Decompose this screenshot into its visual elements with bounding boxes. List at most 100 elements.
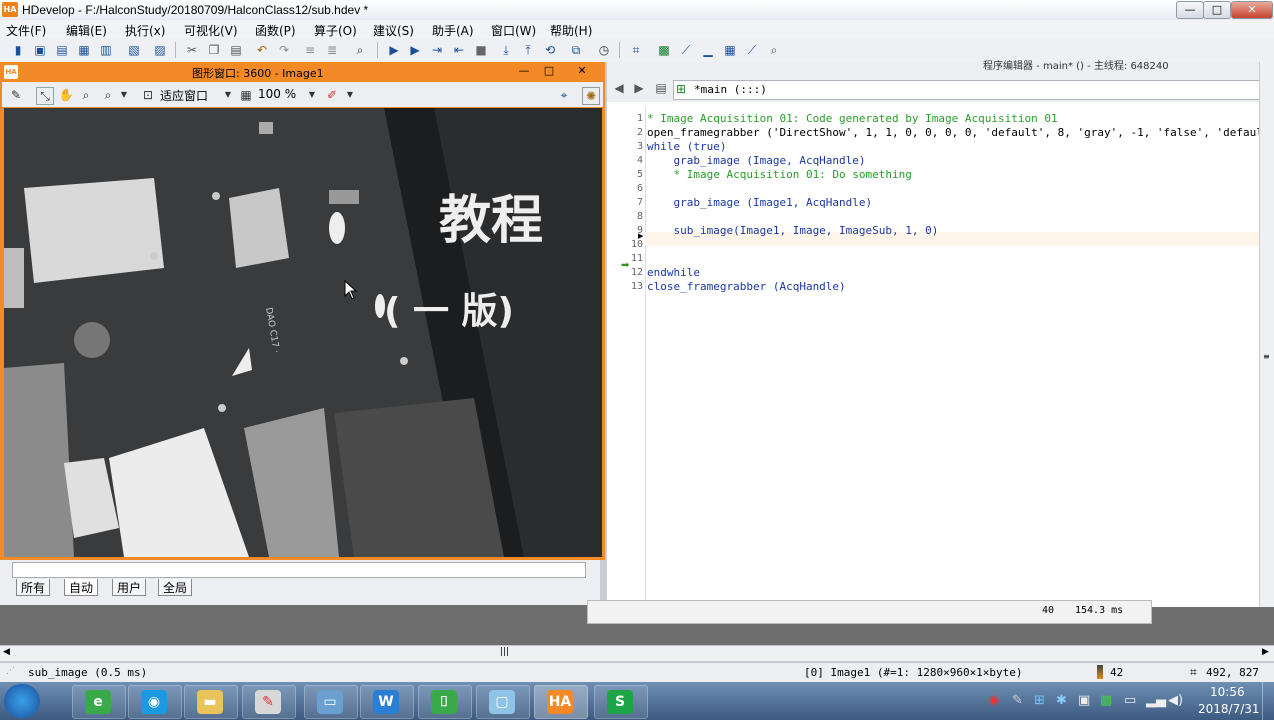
print-icon[interactable]: ▤ [653, 80, 669, 96]
reset-program-icon[interactable]: ⟲ [542, 42, 558, 58]
main-horizontal-scrollbar[interactable]: ◀ ||| ▶ [0, 645, 1274, 661]
chevron-down-icon[interactable]: ▼ [116, 87, 132, 103]
tab-all[interactable]: 所有 [16, 579, 51, 596]
tray-app-icon[interactable]: ▣ [1078, 693, 1090, 708]
zoom-window-icon[interactable]: ⌕ [766, 42, 782, 58]
menu-help[interactable]: 帮助(H) [550, 22, 592, 39]
code-line[interactable]: open_framegrabber ('DirectShow', 1, 1, 0… [647, 126, 1263, 139]
tray-nvidia-icon[interactable]: ▩ [1100, 693, 1112, 708]
minimize-button[interactable]: — [1176, 1, 1204, 19]
taskbar-ie[interactable]: e [72, 685, 126, 719]
tray-pen-icon[interactable]: ✎ [1012, 693, 1023, 708]
scroll-right-icon[interactable]: ▶ [1262, 647, 1269, 657]
menu-edit[interactable]: 编辑(E) [66, 22, 107, 39]
taskbar-explorer[interactable]: ▬ [184, 685, 238, 719]
run-thread-icon[interactable]: ▶ [407, 42, 423, 58]
procedure-select[interactable]: ⊞ *main (:::) [673, 80, 1265, 100]
code-line[interactable]: * Image Acquisition 01: Code generated b… [647, 112, 1058, 125]
find-icon[interactable]: ⌕ [352, 42, 368, 58]
code-line[interactable]: while (true) [647, 140, 726, 153]
clock-time[interactable]: 10:56 [1210, 685, 1245, 699]
taskbar-notepad[interactable]: ▢ [476, 685, 530, 719]
settings-icon[interactable]: ✺ [582, 87, 600, 105]
scroll-grip-icon[interactable]: ||| [500, 647, 509, 657]
chevron-down-icon[interactable]: ▼ [342, 87, 358, 103]
tray-display-icon[interactable]: ▭ [1124, 693, 1136, 708]
menu-execute[interactable]: 执行(x) [125, 22, 165, 39]
tray-volume-icon[interactable]: ◀) [1168, 693, 1183, 708]
chevron-down-icon[interactable]: ▼ [220, 87, 236, 103]
code-line[interactable]: sub_image(Image1, Image, ImageSub, 1, 0) [647, 224, 938, 237]
properties-icon[interactable]: ▨ [152, 42, 168, 58]
fit-window-label[interactable]: 适应窗口 [160, 87, 208, 104]
tray-bluetooth-icon[interactable]: ✱ [1056, 693, 1067, 708]
taskbar-wps-pdf[interactable]: ⌷ [418, 685, 472, 719]
scroll-grip-icon[interactable]: ≡ [1263, 352, 1270, 361]
cut-icon[interactable]: ✂ [184, 42, 200, 58]
start-button[interactable] [4, 684, 40, 718]
tray-record-icon[interactable]: ◉ [988, 693, 999, 708]
undo-icon[interactable]: ↶ [254, 42, 270, 58]
save-icon[interactable]: ▦ [76, 42, 92, 58]
taskbar-wps-writer[interactable]: W [360, 685, 414, 719]
taskbar-skype[interactable]: ◉ [128, 685, 182, 719]
menu-file[interactable]: 文件(F) [6, 22, 46, 39]
tab-user[interactable]: 用户 [112, 579, 147, 596]
forward-arrow-icon[interactable]: ▶ [631, 80, 647, 96]
region-inspect-icon[interactable]: ▦ [722, 42, 738, 58]
chevron-down-icon[interactable]: ▼ [304, 87, 320, 103]
menu-suggestions[interactable]: 建议(S) [373, 22, 414, 39]
code-line[interactable]: grab_image (Image, AcqHandle) [647, 154, 865, 167]
close-button[interactable]: ✕ [1231, 1, 1273, 19]
taskbar-halcon[interactable]: HA [534, 685, 588, 719]
run-icon[interactable]: ▶ [386, 42, 402, 58]
clock-date[interactable]: 2018/7/31 [1198, 702, 1260, 716]
code-line[interactable]: * Image Acquisition 01: Do something [647, 168, 911, 181]
new-file-icon[interactable]: ▮ [10, 42, 26, 58]
redo-icon[interactable]: ↷ [276, 42, 292, 58]
zoom-options-icon[interactable]: ⌕ [100, 87, 116, 103]
inspect-icon[interactable]: ⌖ [556, 87, 572, 103]
maximize-button[interactable]: □ [1203, 1, 1231, 19]
image-display[interactable]: 教程 ( 一 版) DAO C17 · [4, 108, 602, 557]
taskbar-paint[interactable]: ✎ [242, 685, 296, 719]
menu-procedures[interactable]: 函数(P) [255, 22, 296, 39]
assistant-icon[interactable]: ⌗ [628, 42, 644, 58]
zoom-level-select[interactable]: 100 % [258, 87, 296, 101]
menu-window[interactable]: 窗口(W) [491, 22, 536, 39]
gw-maximize-button[interactable]: □ [540, 64, 558, 78]
menu-assistants[interactable]: 助手(A) [432, 22, 474, 39]
copy-icon[interactable]: ❐ [206, 42, 222, 58]
menu-operators[interactable]: 算子(O) [314, 22, 357, 39]
step-out-icon[interactable]: ⤒ [520, 42, 536, 58]
graph-icon[interactable]: ⟋ [744, 42, 760, 58]
editor-vertical-scrollbar[interactable]: ≡ [1259, 62, 1274, 607]
step-over-icon[interactable]: ⇥ [429, 42, 445, 58]
tray-windows-icon[interactable]: ⊞ [1034, 693, 1045, 708]
scroll-left-icon[interactable]: ◀ [3, 647, 10, 657]
pointer-tool-icon[interactable]: ⤡ [36, 87, 54, 105]
export-icon[interactable]: ▧ [126, 42, 142, 58]
tab-auto[interactable]: 自动 [64, 579, 99, 596]
window-icon[interactable]: ⧉ [568, 42, 584, 58]
draw-color-icon[interactable]: ✐ [324, 87, 340, 103]
show-desktop-button[interactable] [1262, 682, 1274, 720]
taskbar-wps-sheet[interactable]: S [594, 685, 648, 719]
taskbar-screen[interactable]: ▭ [304, 685, 358, 719]
code-line[interactable]: endwhile [647, 266, 700, 279]
clear-window-icon[interactable]: ✎ [8, 87, 24, 103]
code-line[interactable]: grab_image (Image1, AcqHandle) [647, 196, 872, 209]
timer-icon[interactable]: ◷ [596, 42, 612, 58]
outdent-icon[interactable]: ≣ [324, 42, 340, 58]
code-area[interactable]: 1 * Image Acquisition 01: Code generated … [607, 106, 1263, 604]
back-arrow-icon[interactable]: ◀ [611, 80, 627, 96]
step-into-icon[interactable]: ⤓ [498, 42, 514, 58]
menu-visualize[interactable]: 可视化(V) [184, 22, 238, 39]
indent-icon[interactable]: ≡ [302, 42, 318, 58]
code-line[interactable]: close_framegrabber (AcqHandle) [647, 280, 846, 293]
line-profile-icon[interactable]: ⟋ [678, 42, 694, 58]
image-inspect-icon[interactable]: ▩ [656, 42, 672, 58]
gw-minimize-button[interactable]: — [515, 64, 533, 78]
tab-global[interactable]: 全局 [158, 579, 193, 596]
stop-icon[interactable]: ■ [473, 42, 489, 58]
